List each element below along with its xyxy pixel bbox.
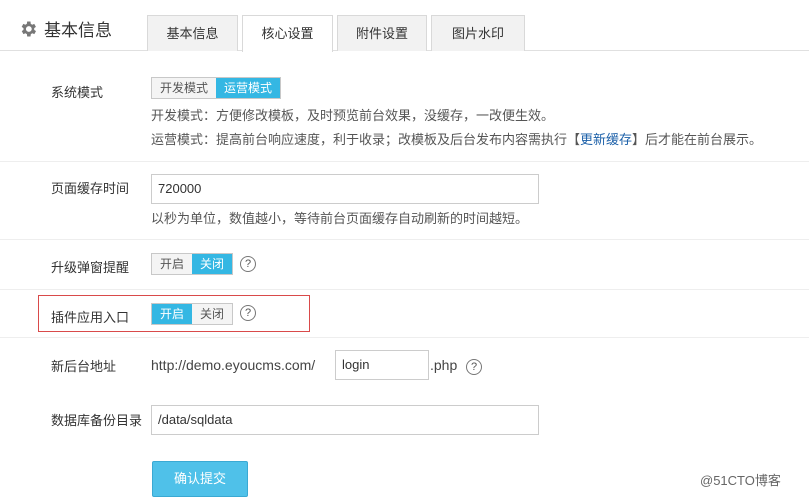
tab-attachment-settings[interactable]: 附件设置 [337, 15, 427, 51]
watermark: @51CTO博客 [700, 473, 781, 488]
upgrade-popup-off-option[interactable]: 关闭 [192, 254, 233, 274]
upgrade-popup-toggle: 开启 关闭 [151, 253, 234, 275]
admin-url-help-icon[interactable]: ? [466, 359, 482, 375]
header: 基本信息 基本信息 核心设置 附件设置 图片水印 [0, 0, 809, 52]
page-title: 基本信息 [18, 16, 112, 41]
gear-icon [21, 21, 36, 36]
page-cache-desc: 以秒为单位，数值越小，等待前台页面缓存自动刷新的时间越短。 [151, 211, 529, 226]
upgrade-popup-on-option[interactable]: 开启 [152, 254, 193, 274]
tab-image-watermark[interactable]: 图片水印 [431, 15, 525, 51]
ops-mode-desc-pre: 运营模式：提高前台响应速度，利于收录；改模板及后台发布内容需执行【 [151, 132, 581, 147]
submit-button[interactable]: 确认提交 [152, 461, 248, 497]
admin-url-input[interactable]: login [335, 350, 429, 380]
page-cache-input[interactable]: 720000 [151, 174, 539, 204]
backup-dir-input[interactable]: /data/sqldata [151, 405, 539, 435]
page-title-text: 基本信息 [44, 21, 112, 40]
ops-mode-desc: 运营模式：提高前台响应速度，利于收录；改模板及后台发布内容需执行【更新缓存】后才… [151, 129, 762, 148]
update-cache-link[interactable]: 更新缓存 [580, 132, 632, 147]
admin-url-prefix: http://demo.eyoucms.com/ [151, 357, 316, 373]
system-mode-label: 系统模式 [51, 85, 104, 100]
admin-url-suffix: .php [430, 357, 458, 373]
tab-bar: 基本信息 核心设置 附件设置 图片水印 [147, 15, 529, 52]
upgrade-popup-row: 升级弹窗提醒 开启 关闭 ? [0, 240, 809, 290]
system-mode-row: 系统模式 开发模式 运营模式 开发模式：方便修改模板，及时预览前台效果，没缓存，… [0, 51, 809, 162]
ops-mode-option[interactable]: 运营模式 [216, 78, 281, 98]
page-cache-label: 页面缓存时间 [51, 181, 130, 196]
upgrade-popup-label: 升级弹窗提醒 [51, 260, 130, 275]
tab-core-settings[interactable]: 核心设置 [242, 15, 333, 52]
tab-basic-info[interactable]: 基本信息 [147, 15, 238, 51]
dev-mode-desc: 开发模式：方便修改模板，及时预览前台效果，没缓存，一改便生效。 [151, 108, 555, 123]
upgrade-popup-help-icon[interactable]: ? [240, 256, 256, 272]
ops-mode-desc-post: 】后才能在前台展示。 [632, 132, 763, 147]
page-cache-row: 页面缓存时间 720000 以秒为单位，数值越小，等待前台页面缓存自动刷新的时间… [0, 162, 809, 240]
admin-url-label: 新后台地址 [51, 359, 117, 374]
highlight-box [38, 295, 310, 332]
dev-mode-option[interactable]: 开发模式 [152, 78, 217, 98]
system-mode-toggle: 开发模式 运营模式 [151, 77, 282, 99]
backup-dir-label: 数据库备份目录 [51, 413, 143, 428]
